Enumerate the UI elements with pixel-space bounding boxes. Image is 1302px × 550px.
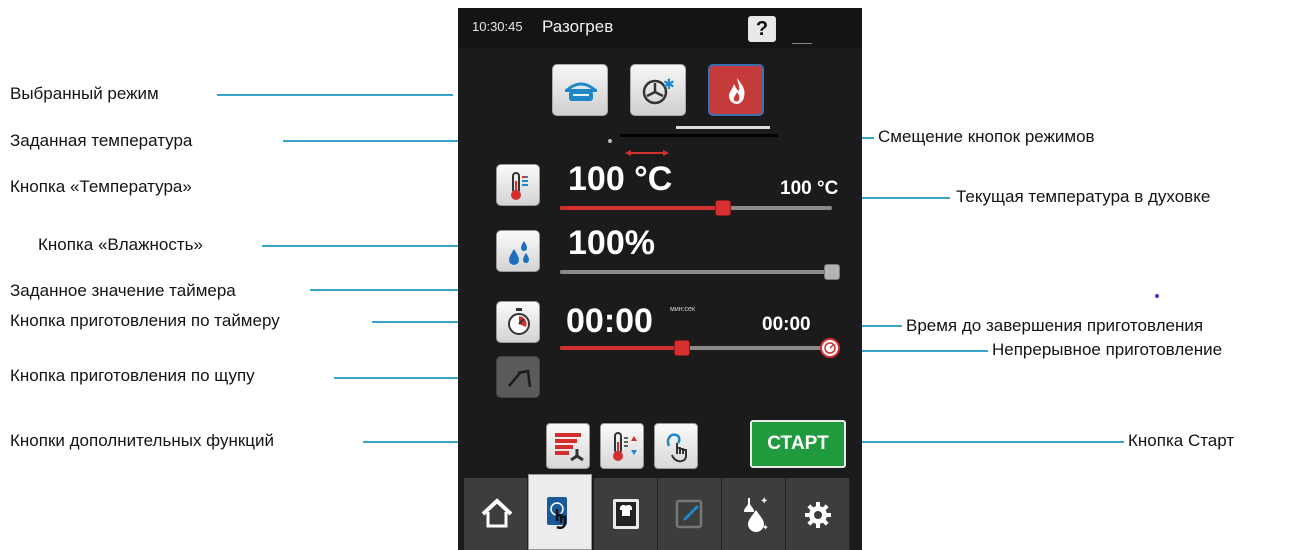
oven-control-screen: 10:30:45 Разогрев ? ✱ 100 °C 100 °C 100%… (458, 8, 862, 550)
fan-speed-icon (553, 431, 585, 463)
humidity-slider-fill (560, 270, 832, 274)
callout-extra-functions: Кнопки дополнительных функций (10, 431, 275, 450)
home-icon (480, 498, 514, 528)
callout-timer-cooking-button: Кнопка приготовления по таймеру (10, 311, 280, 330)
mode-steam-button[interactable] (552, 64, 608, 116)
set-timer-value: 00:00 (566, 302, 653, 340)
flame-icon (724, 76, 750, 106)
mode-shift-track (620, 134, 778, 137)
callout-start-button: Кнопка Старт (1128, 431, 1235, 450)
thermometer-updown-icon (609, 430, 639, 464)
droplets-icon (506, 237, 532, 267)
humidity-slider[interactable] (560, 264, 840, 280)
chef-recipes-icon (610, 496, 642, 532)
callout-current-oven-temperature: Текущая температура в духовке (956, 187, 1211, 206)
callout-humidity-button: Кнопка «Влажность» (38, 235, 203, 254)
clock: 10:30:45 (472, 19, 523, 34)
callout-probe-cooking-button: Кнопка приготовления по щупу (10, 366, 255, 385)
continuous-cooking-icon[interactable] (820, 338, 840, 358)
start-button[interactable]: СТАРТ (750, 420, 846, 468)
stopwatch-icon (507, 307, 531, 337)
set-temperature-value: 100 °C (568, 160, 673, 198)
divider (792, 43, 812, 44)
timer-slider[interactable] (560, 340, 832, 356)
temperature-slider[interactable] (560, 200, 832, 216)
settings-gear-icon (803, 500, 833, 530)
svg-text:✱: ✱ (663, 77, 675, 93)
leader-continuous-cooking (842, 350, 988, 352)
leader-start-button (852, 441, 1124, 443)
timer-slider-fill (560, 346, 683, 350)
mode-shift-indicator (676, 126, 770, 129)
temperature-slider-fill (560, 206, 724, 210)
help-button[interactable]: ? (748, 16, 776, 42)
shift-double-arrow-icon (625, 150, 669, 156)
set-humidity-value: 100% (568, 224, 655, 262)
mode-shift-dot (608, 139, 612, 143)
humidity-button[interactable] (496, 230, 540, 272)
nav-manual-mode-tab[interactable] (528, 474, 592, 550)
bottom-navigation: ✦ ✦ (458, 474, 862, 550)
timer-unit: мин:сек (670, 306, 695, 313)
timer-cooking-button[interactable] (496, 301, 540, 343)
mode-combi-button[interactable]: ✱ (630, 64, 686, 116)
probe-cooking-button[interactable] (496, 356, 540, 398)
time-to-completion: 00:00 (762, 314, 811, 335)
thermometer-icon (507, 171, 531, 201)
core-probe-icon (506, 365, 532, 391)
callout-time-to-completion: Время до завершения приготовления (906, 316, 1204, 335)
temperature-button[interactable] (496, 164, 540, 206)
leader-current-oven-temperature (856, 197, 950, 199)
callout-selected-mode: Выбранный режим (10, 84, 159, 103)
timer-slider-thumb[interactable] (674, 340, 691, 356)
program-title: Разогрев (542, 17, 614, 36)
current-oven-temperature: 100 °C (780, 178, 839, 199)
nav-cleaning-tab[interactable]: ✦ ✦ (722, 478, 786, 550)
extra-touch-function-button[interactable] (654, 423, 698, 469)
svg-text:✦: ✦ (762, 523, 769, 532)
callout-set-timer: Заданное значение таймера (10, 281, 236, 300)
nav-recipes-tab[interactable] (594, 478, 658, 550)
leader-selected-mode (217, 94, 453, 96)
cleaning-icon: ✦ ✦ (738, 494, 770, 532)
top-bar: 10:30:45 Разогрев ? (458, 8, 862, 48)
manual-touch-icon (545, 495, 577, 531)
extra-fan-speed-button[interactable] (546, 423, 590, 469)
mode-dry-heat-button[interactable] (708, 64, 764, 116)
nav-settings-tab[interactable] (786, 478, 850, 550)
nav-programs-tab[interactable] (658, 478, 722, 550)
stray-dot (1155, 294, 1159, 298)
callout-mode-buttons-shift: Смещение кнопок режимов (878, 127, 1095, 146)
nav-home-tab[interactable] (464, 478, 528, 550)
callout-continuous-cooking: Непрерывное приготовление (992, 340, 1223, 359)
fan-snowflake-icon: ✱ (641, 76, 677, 106)
extra-temperature-step-button[interactable] (600, 423, 644, 469)
edit-program-icon (674, 498, 706, 530)
humidity-slider-thumb[interactable] (824, 264, 840, 280)
steam-pot-icon (563, 76, 599, 106)
temperature-slider-thumb[interactable] (715, 200, 732, 216)
callout-temperature-button: Кнопка «Температура» (10, 177, 192, 196)
callout-set-temperature: Заданная температура (10, 131, 193, 150)
hand-touch-icon (663, 430, 693, 464)
svg-text:✦: ✦ (760, 496, 768, 507)
